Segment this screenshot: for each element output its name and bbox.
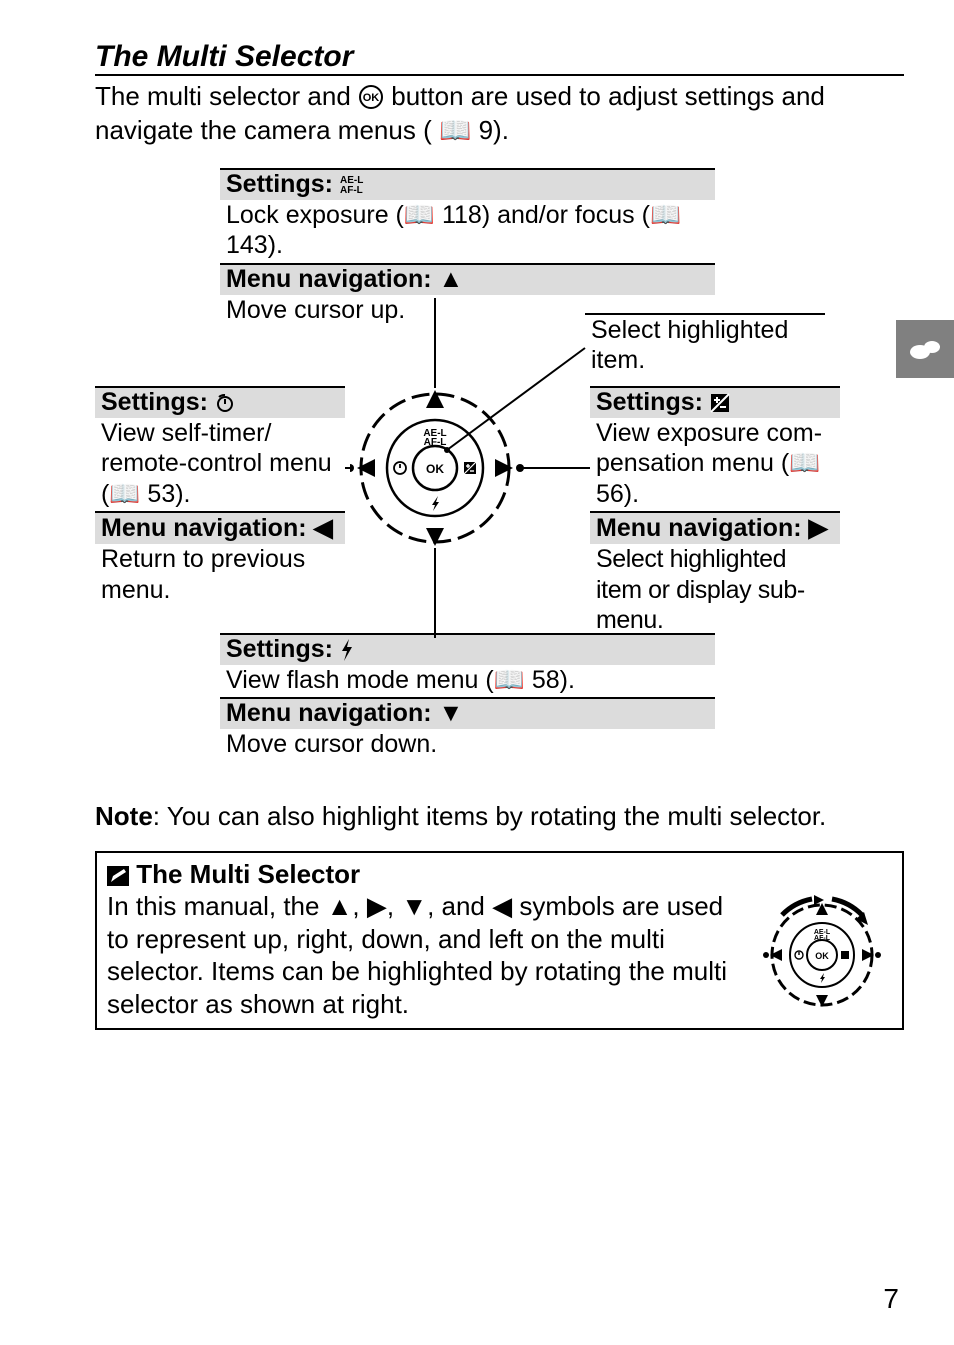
page-ref-icon: 📖 [439, 114, 471, 148]
right-settings-body: View exposure com­pensation menu (📖 56). [590, 418, 840, 512]
camera-tab-icon [908, 337, 942, 361]
ok-body: Select highlighted item. [585, 313, 825, 378]
page-ref-icon: 📖 [494, 665, 525, 696]
down-arrow-icon: ▼ [401, 890, 427, 923]
self-timer-icon [215, 393, 235, 413]
right-settings-header: Settings: [590, 386, 840, 418]
right-nav-header: Menu navigation: ▶ [590, 511, 840, 544]
pencil-note-icon [107, 866, 129, 886]
callout-title: The Multi Selector [107, 859, 892, 890]
flash-icon [340, 639, 354, 661]
svg-text:AF-L: AF-L [340, 185, 363, 196]
svg-text:OK: OK [815, 951, 829, 961]
left-arrow-icon: ◀ [314, 513, 333, 543]
down-arrow-icon: ▼ [439, 699, 464, 728]
ok-button-icon: OK [358, 84, 384, 110]
intro-text-c: 9). [479, 115, 509, 145]
right-arrow-icon: ▶ [809, 513, 828, 543]
page-ref-icon: 📖 [109, 479, 140, 510]
svg-text:OK: OK [363, 92, 380, 104]
section-title: The Multi Selector [95, 40, 904, 76]
page-ref-icon: 📖 [404, 200, 435, 231]
left-nav-body: Return to previous menu. [95, 544, 345, 607]
up-settings-header: Settings: AE-L AF-L [220, 168, 715, 200]
exposure-comp-icon [710, 393, 730, 413]
down-nav-header: Menu navigation: ▼ [220, 697, 715, 729]
svg-text:OK: OK [426, 462, 444, 476]
svg-text:AF-L: AF-L [424, 437, 447, 448]
down-settings-body: View flash mode menu (📖 58). [220, 665, 715, 698]
up-nav-header: Menu navigation: ▲ [220, 263, 715, 295]
up-settings-body: Lock exposure (📖 118) and/or focus (📖 14… [220, 200, 715, 263]
callout-body: OK AE-L AF-L [107, 890, 892, 1020]
section-thumb-tab [896, 320, 954, 378]
callout-box: The Multi Selector OK AE-L AF-L [95, 851, 904, 1030]
mini-multi-selector-icon: OK AE-L AF-L [752, 890, 892, 1020]
up-arrow-icon: ▲ [327, 890, 353, 923]
up-arrow-icon: ▲ [439, 265, 464, 294]
left-settings-body: View self-timer/ remote-control menu (📖 … [95, 418, 345, 512]
left-arrow-icon: ◀ [492, 890, 512, 923]
left-nav-header: Menu navigation: ◀ [95, 511, 345, 544]
down-nav-body: Move cursor down. [220, 729, 715, 762]
note-paragraph: Note: You can also highlight items by ro… [95, 800, 904, 834]
page-ref-icon: 📖 [789, 448, 820, 479]
right-arrow-icon: ▶ [367, 890, 387, 923]
multi-selector-drawing: OK AE-L AF-L [350, 298, 590, 638]
svg-text:AF-L: AF-L [814, 935, 831, 942]
intro-text-a: The multi selector and [95, 81, 358, 111]
left-settings-header: Settings: [95, 386, 345, 418]
multi-selector-diagram: Settings: AE-L AF-L Lock exposure (📖 118… [95, 168, 904, 788]
page-ref-icon: 📖 [650, 200, 681, 231]
page-number: 7 [883, 1283, 899, 1315]
ae-l-af-l-icon: AE-L AF-L [340, 174, 374, 196]
intro-paragraph: The multi selector and OK button are use… [95, 80, 904, 148]
right-nav-body: Select highlighted item or display sub-m… [590, 544, 840, 638]
